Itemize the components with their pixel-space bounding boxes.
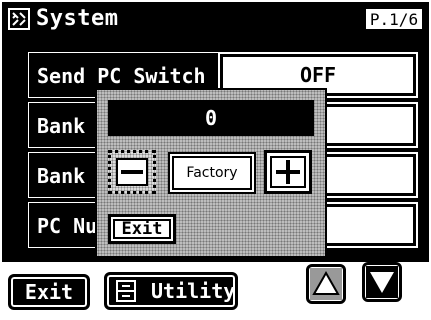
page-indicator: P.1/6: [365, 8, 423, 30]
scroll-up-button[interactable]: [306, 264, 346, 304]
utility-icon: [116, 280, 136, 302]
dialog-exit-button[interactable]: Exit: [108, 214, 176, 244]
tools-icon: [8, 8, 30, 30]
plus-icon-vertical: [286, 160, 290, 184]
dialog-value-display: 0: [108, 100, 314, 136]
factory-button[interactable]: Factory: [172, 156, 252, 190]
page-title: System: [36, 6, 119, 31]
arrow-down-icon: [366, 266, 398, 298]
arrow-up-icon: [310, 268, 342, 300]
scroll-down-button[interactable]: [362, 262, 402, 302]
minus-icon-bar: [121, 170, 143, 174]
exit-button[interactable]: Exit: [8, 274, 90, 310]
